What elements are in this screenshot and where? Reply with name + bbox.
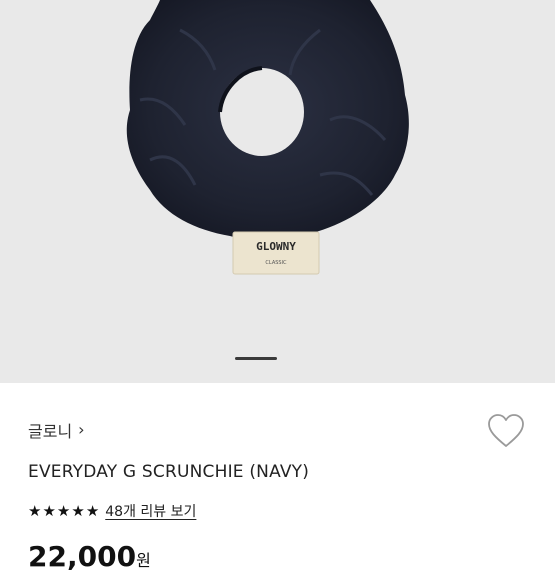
- scrunchie-image: GLOWNY CLASSIC: [126, 0, 409, 275]
- rating-row: ★ ★ ★ ★ ★ 48개 리뷰 보기: [28, 501, 196, 521]
- carousel-indicator[interactable]: [235, 357, 277, 360]
- star-icon: ★: [56, 501, 71, 520]
- price-amount: 22,000: [28, 540, 137, 573]
- star-icon: ★: [42, 501, 56, 520]
- brand-link[interactable]: 글로니 ›: [28, 418, 85, 442]
- product-title: EVERYDAY G SCRUNCHIE (NAVY): [28, 462, 310, 482]
- price-currency: 원: [136, 551, 151, 570]
- brand-name: 글로니: [28, 422, 73, 441]
- product-image-carousel[interactable]: GLOWNY CLASSIC: [0, 0, 555, 383]
- star-icon: ★: [71, 501, 85, 520]
- reviews-link[interactable]: 48개 리뷰 보기: [105, 501, 196, 521]
- star-icon: ★: [85, 501, 100, 520]
- heart-outline-icon[interactable]: [487, 413, 525, 449]
- product-price: 22,000원: [28, 540, 151, 573]
- chevron-right-icon: ›: [78, 420, 85, 439]
- star-rating: ★ ★ ★ ★ ★: [28, 501, 100, 520]
- label-sub-text: CLASSIC: [265, 260, 287, 266]
- label-brand-text: GLOWNY: [256, 240, 296, 253]
- star-icon: ★: [28, 501, 42, 520]
